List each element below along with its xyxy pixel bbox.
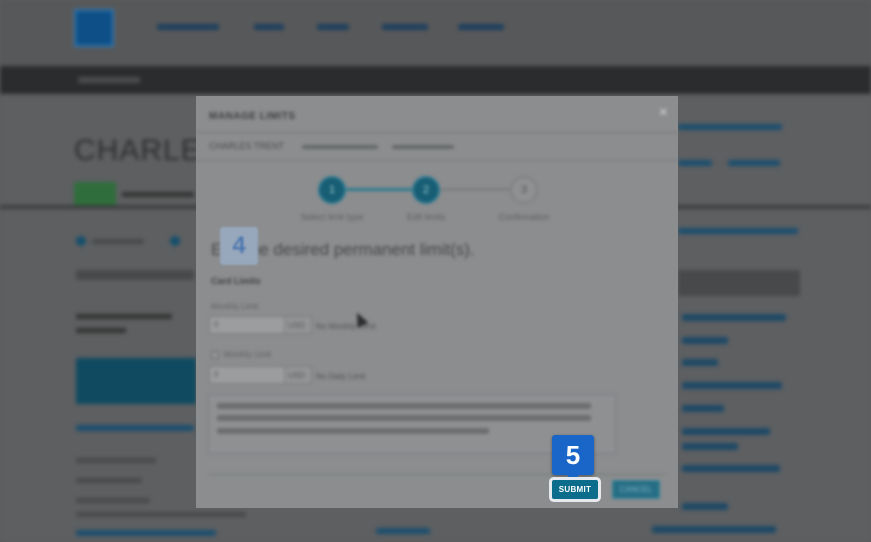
info-panel — [76, 358, 196, 404]
sidebar-link[interactable] — [682, 337, 728, 344]
sidebar-link[interactable] — [682, 503, 728, 510]
close-icon[interactable]: × — [659, 104, 668, 122]
radio-label — [92, 239, 144, 244]
sidebar-link[interactable] — [682, 314, 786, 321]
nav-item[interactable] — [458, 24, 504, 30]
sidebar-link[interactable] — [682, 382, 782, 389]
step-3-circle: 3 — [510, 176, 538, 204]
sidebar-link[interactable] — [652, 526, 776, 533]
notes-line — [217, 403, 591, 409]
detail-text — [76, 498, 150, 503]
cardholder-name: CHARLES TRENT — [209, 141, 284, 151]
manage-limits-dialog: MANAGE LIMITS × CHARLES TRENT 1 2 3 Sele… — [196, 96, 678, 508]
brand-logo — [74, 9, 114, 47]
section-title: Card Limits — [211, 276, 261, 286]
dialog-content: MANAGE LIMITS × CHARLES TRENT 1 2 3 Sele… — [196, 96, 678, 508]
detail-text — [76, 512, 246, 517]
dialog-divider — [196, 132, 678, 133]
status-badge — [74, 182, 116, 206]
account-text — [122, 192, 194, 197]
dialog-title: MANAGE LIMITS — [209, 111, 296, 122]
step-2-circle: 2 — [412, 176, 440, 204]
account-number — [392, 145, 454, 149]
sidebar-link[interactable] — [682, 359, 718, 366]
nav-item[interactable] — [382, 24, 428, 30]
section-header — [76, 270, 194, 280]
no-daily-limit-label[interactable]: No Daily Limit — [316, 372, 365, 381]
monthly-limit-label-2: Monthly Limit — [224, 350, 272, 359]
radio-option[interactable] — [170, 236, 180, 246]
detail-text — [76, 478, 142, 483]
currency-unit-2: USD — [284, 366, 312, 384]
currency-unit: USD — [284, 316, 312, 334]
link[interactable] — [728, 160, 780, 166]
link[interactable] — [376, 528, 430, 534]
breadcrumb-bar — [0, 66, 871, 94]
right-panel-bar — [678, 228, 798, 234]
link[interactable] — [76, 530, 216, 536]
step-1-label: Select limit type — [300, 212, 364, 222]
detail-text — [76, 314, 172, 319]
submit-button[interactable]: SUBMIT — [552, 480, 598, 499]
daily-limit-input[interactable]: 0 — [209, 366, 285, 384]
right-panel-header — [678, 270, 800, 296]
sidebar-link[interactable] — [682, 405, 724, 412]
step-marker-4: 4 — [220, 227, 258, 265]
sidebar-link[interactable] — [682, 443, 738, 450]
detail-text — [76, 328, 126, 333]
top-navigation — [0, 0, 871, 66]
stepper-connector — [440, 188, 512, 191]
nav-item[interactable] — [317, 24, 349, 30]
monthly-limit-label: Monthly Limit — [211, 302, 259, 311]
radio-option[interactable] — [76, 236, 86, 246]
detail-text — [76, 458, 156, 463]
link[interactable] — [678, 160, 712, 166]
nav-item[interactable] — [157, 24, 219, 30]
limit-checkbox[interactable] — [211, 351, 219, 359]
sidebar-link[interactable] — [682, 465, 780, 472]
link[interactable] — [76, 425, 194, 431]
monthly-limit-input[interactable]: 0 — [209, 316, 285, 334]
right-panel-bar — [678, 124, 782, 130]
step-marker-5: 5 — [552, 435, 594, 482]
breadcrumb — [78, 77, 140, 83]
dialog-divider — [196, 160, 678, 161]
cancel-button[interactable]: CANCEL — [612, 480, 660, 499]
sidebar-link[interactable] — [682, 428, 770, 435]
notes-line — [217, 428, 489, 434]
notes-line — [217, 415, 591, 421]
card-number — [302, 145, 378, 149]
nav-item[interactable] — [254, 24, 284, 30]
step-3-label: Confirmation — [498, 212, 550, 222]
step-2-label: Edit limits — [406, 212, 446, 222]
stepper-connector — [346, 188, 414, 191]
footer-divider — [208, 474, 666, 475]
step-1-circle: 1 — [318, 176, 346, 204]
